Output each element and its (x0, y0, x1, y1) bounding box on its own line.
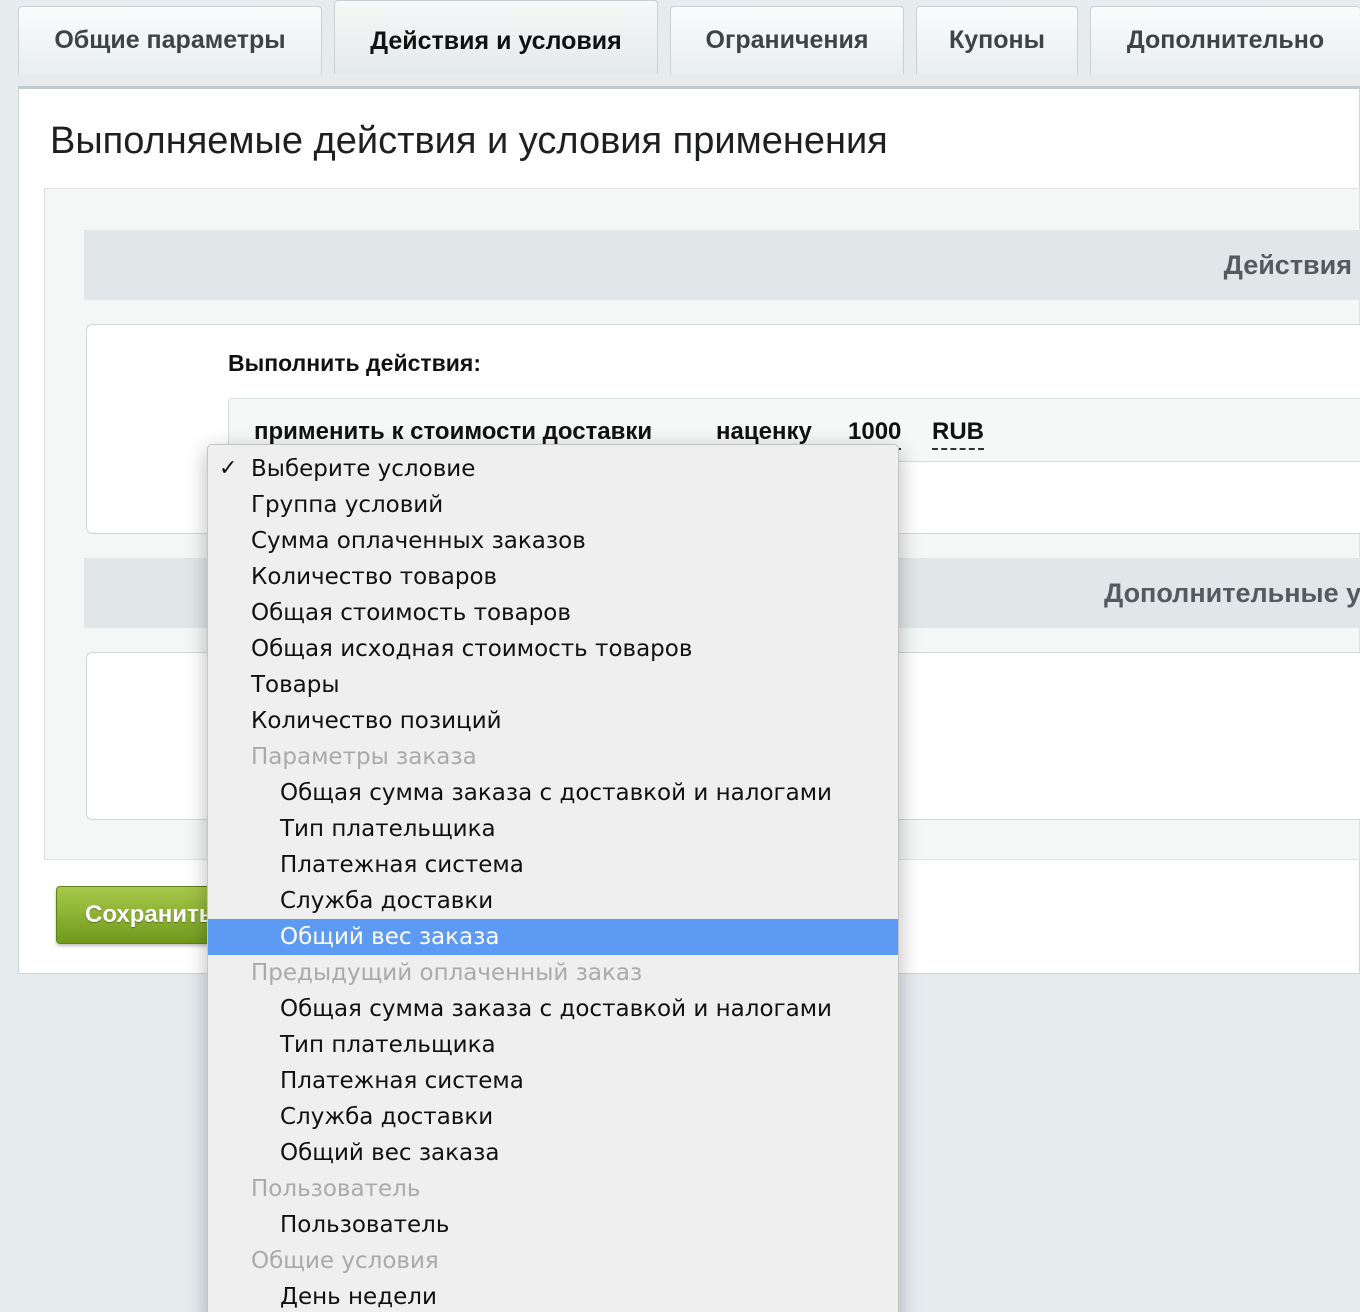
dropdown-option[interactable]: День недели (208, 1279, 898, 1312)
tab-actions-and-conditions[interactable]: Действия и условия (334, 0, 658, 74)
dropdown-option-label: Общая стоимость товаров (251, 600, 571, 626)
dropdown-option[interactable]: Тип плательщика (208, 1027, 898, 1063)
dropdown-option[interactable]: Платежная система (208, 1063, 898, 1099)
dropdown-option-label: Общие условия (251, 1248, 439, 1274)
tab-general-parameters[interactable]: Общие параметры (18, 6, 322, 74)
dropdown-option-label: Тип плательщика (280, 816, 496, 842)
dropdown-group-label: Параметры заказа (208, 739, 898, 775)
dropdown-option[interactable]: Общий вес заказа (208, 919, 898, 955)
tab-restrictions[interactable]: Ограничения (670, 6, 904, 74)
dropdown-option[interactable]: Общий вес заказа (208, 1135, 898, 1171)
dropdown-option-label: Параметры заказа (251, 744, 477, 770)
dropdown-option[interactable]: Количество товаров (208, 559, 898, 595)
dropdown-option[interactable]: Товары (208, 667, 898, 703)
dropdown-option[interactable]: Группа условий (208, 487, 898, 523)
dropdown-option-label: Выберите условие (251, 456, 476, 482)
dropdown-option-label: Общая сумма заказа с доставкой и налогам… (280, 996, 832, 1022)
dropdown-group-label: Предыдущий оплаченный заказ (208, 955, 898, 991)
dropdown-option-label: Предыдущий оплаченный заказ (251, 960, 643, 986)
dropdown-option[interactable]: Общая стоимость товаров (208, 595, 898, 631)
dropdown-option-label: День недели (280, 1284, 437, 1310)
dropdown-group-label: Пользователь (208, 1171, 898, 1207)
tab-coupons[interactable]: Купоны (916, 6, 1078, 74)
dropdown-option-label: Служба доставки (280, 1104, 494, 1130)
tab-additional[interactable]: Дополнительно (1090, 6, 1360, 74)
dropdown-option[interactable]: Тип плательщика (208, 811, 898, 847)
action-currency-value[interactable]: RUB (932, 418, 984, 450)
dropdown-option-label: Служба доставки (280, 888, 494, 914)
dropdown-option-label: Платежная система (280, 852, 524, 878)
dropdown-option[interactable]: Служба доставки (208, 1099, 898, 1135)
dropdown-option-label: Пользователь (251, 1176, 421, 1202)
dropdown-group-label: Общие условия (208, 1243, 898, 1279)
dropdown-option[interactable]: ✓ Выберите условие (208, 451, 898, 487)
dropdown-option[interactable]: Сумма оплаченных заказов (208, 523, 898, 559)
dropdown-option[interactable]: Платежная система (208, 847, 898, 883)
dropdown-option[interactable]: Общая сумма заказа с доставкой и налогам… (208, 991, 898, 1027)
dropdown-option-label: Товары (251, 672, 340, 698)
dropdown-option-label: Количество товаров (251, 564, 498, 590)
condition-select-dropdown[interactable]: ✓ Выберите условие Группа условий Сумма опл… (207, 444, 899, 1312)
actions-section-header: Действия (84, 230, 1360, 300)
action-type-text[interactable]: наценку (716, 418, 812, 446)
dropdown-option-label: Общая исходная стоимость товаров (251, 636, 693, 662)
dropdown-option-label: Общий вес заказа (280, 924, 500, 950)
dropdown-option-label: Общая сумма заказа с доставкой и налогам… (280, 780, 832, 806)
checkmark-icon: ✓ (219, 456, 238, 481)
dropdown-option-label: Общий вес заказа (280, 1140, 500, 1166)
execute-actions-label: Выполнить действия: (228, 350, 481, 376)
dropdown-option[interactable]: Общая исходная стоимость товаров (208, 631, 898, 667)
dropdown-option-label: Группа условий (251, 492, 444, 518)
action-apply-text: применить к стоимости доставки (254, 418, 653, 445)
dropdown-option-label: Пользователь (280, 1212, 450, 1238)
dropdown-option[interactable]: Количество позиций (208, 703, 898, 739)
dropdown-option-label: Платежная система (280, 1068, 524, 1094)
dropdown-option[interactable]: Служба доставки (208, 883, 898, 919)
dropdown-option[interactable]: Пользователь (208, 1207, 898, 1243)
tab-bar: Общие параметры Действия и условия Огран… (0, 0, 1360, 90)
dropdown-option-label: Количество позиций (251, 708, 502, 734)
dropdown-option-label: Тип плательщика (280, 1032, 496, 1058)
page-title: Выполняемые действия и условия применени… (50, 120, 888, 162)
dropdown-option[interactable]: Общая сумма заказа с доставкой и налогам… (208, 775, 898, 811)
dropdown-option-label: Сумма оплаченных заказов (251, 528, 586, 554)
